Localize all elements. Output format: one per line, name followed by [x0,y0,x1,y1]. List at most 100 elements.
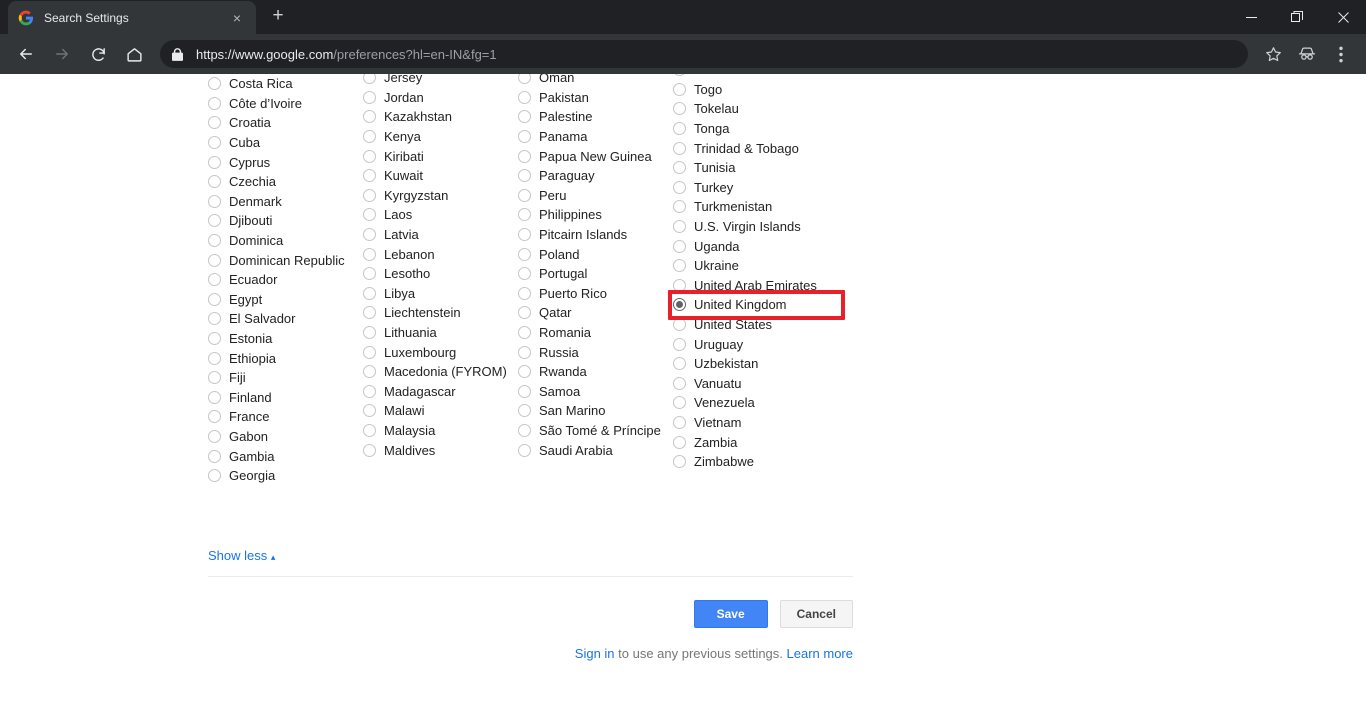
country-option[interactable]: Uzbekistan [673,354,828,374]
radio-unselected-icon[interactable] [363,188,376,202]
radio-unselected-icon[interactable] [518,90,531,104]
country-option[interactable]: Cuba [208,133,363,153]
radio-unselected-icon[interactable] [208,429,221,443]
radio-unselected-icon[interactable] [673,455,686,469]
country-option[interactable]: Saudi Arabia [518,440,673,460]
close-icon[interactable] [1320,0,1366,34]
radio-selected-icon[interactable] [673,298,686,312]
country-option[interactable]: Uruguay [673,334,828,354]
radio-unselected-icon[interactable] [673,337,686,351]
minimize-icon[interactable] [1228,0,1274,34]
radio-unselected-icon[interactable] [673,180,686,194]
country-option[interactable]: Paraguay [518,166,673,186]
country-option[interactable]: U.S. Virgin Islands [673,217,828,237]
country-option[interactable]: Kiribati [363,146,518,166]
radio-unselected-icon[interactable] [208,175,221,189]
radio-unselected-icon[interactable] [208,194,221,208]
close-tab-icon[interactable]: × [228,9,246,27]
country-option[interactable]: Laos [363,205,518,225]
radio-unselected-icon[interactable] [518,404,531,418]
country-option[interactable]: Côte d’Ivoire [208,94,363,114]
country-option[interactable]: Venezuela [673,393,828,413]
country-option[interactable]: Czechia [208,172,363,192]
sign-in-link[interactable]: Sign in [575,646,615,661]
country-option[interactable]: El Salvador [208,309,363,329]
country-option[interactable]: Kuwait [363,166,518,186]
country-option[interactable]: Ethiopia [208,348,363,368]
save-button[interactable]: Save [693,600,768,628]
country-option[interactable]: Dominica [208,231,363,251]
country-option[interactable]: Libya [363,284,518,304]
country-option[interactable]: Lithuania [363,323,518,343]
radio-unselected-icon[interactable] [208,469,221,483]
country-option[interactable]: Tunisia [673,158,828,178]
country-option[interactable]: Turkey [673,178,828,198]
radio-unselected-icon[interactable] [673,102,686,116]
country-option[interactable]: Zambia [673,432,828,452]
country-option[interactable]: Trinidad & Tobago [673,138,828,158]
radio-unselected-icon[interactable] [363,345,376,359]
radio-unselected-icon[interactable] [518,188,531,202]
radio-unselected-icon[interactable] [518,306,531,320]
radio-unselected-icon[interactable] [518,208,531,222]
country-option[interactable]: Oman [518,74,673,88]
radio-unselected-icon[interactable] [363,228,376,242]
country-option[interactable]: Vietnam [673,413,828,433]
radio-unselected-icon[interactable] [518,74,531,85]
forward-arrow-icon[interactable] [47,39,77,69]
country-option[interactable]: Luxembourg [363,342,518,362]
country-option[interactable]: Dominican Republic [208,250,363,270]
country-option[interactable]: Liechtenstein [363,303,518,323]
country-option[interactable]: Macedonia (FYROM) [363,362,518,382]
country-option[interactable]: Zimbabwe [673,452,828,472]
radio-unselected-icon[interactable] [208,253,221,267]
radio-unselected-icon[interactable] [363,74,376,85]
country-option[interactable]: Malaysia [363,421,518,441]
radio-unselected-icon[interactable] [363,404,376,418]
country-option[interactable]: Lesotho [363,264,518,284]
radio-unselected-icon[interactable] [363,149,376,163]
country-option[interactable]: Tokelau [673,99,828,119]
radio-unselected-icon[interactable] [673,278,686,292]
radio-unselected-icon[interactable] [208,77,221,91]
home-icon[interactable] [119,39,149,69]
country-option[interactable]: Estonia [208,329,363,349]
radio-unselected-icon[interactable] [208,332,221,346]
country-option[interactable]: Romania [518,323,673,343]
back-arrow-icon[interactable] [11,39,41,69]
radio-unselected-icon[interactable] [208,410,221,424]
country-option[interactable]: Tonga [673,119,828,139]
country-option[interactable]: Malawi [363,401,518,421]
radio-unselected-icon[interactable] [208,292,221,306]
radio-unselected-icon[interactable] [518,423,531,437]
country-option[interactable]: Philippines [518,205,673,225]
radio-unselected-icon[interactable] [518,130,531,144]
country-option[interactable]: Peru [518,186,673,206]
new-tab-button[interactable]: + [264,3,292,31]
country-option[interactable]: Cyprus [208,152,363,172]
radio-unselected-icon[interactable] [518,384,531,398]
radio-unselected-icon[interactable] [518,149,531,163]
radio-unselected-icon[interactable] [673,200,686,214]
radio-unselected-icon[interactable] [363,384,376,398]
country-option[interactable]: Ukraine [673,256,828,276]
radio-unselected-icon[interactable] [673,82,686,96]
incognito-icon[interactable] [1292,39,1322,69]
radio-unselected-icon[interactable] [518,169,531,183]
radio-unselected-icon[interactable] [363,130,376,144]
radio-unselected-icon[interactable] [518,345,531,359]
radio-unselected-icon[interactable] [518,110,531,124]
country-option[interactable]: Turkmenistan [673,197,828,217]
country-option[interactable]: Jersey [363,74,518,88]
country-option[interactable]: San Marino [518,401,673,421]
radio-unselected-icon[interactable] [673,220,686,234]
country-option[interactable]: Gambia [208,446,363,466]
country-option[interactable]: Madagascar [363,382,518,402]
restore-icon[interactable] [1274,0,1320,34]
country-option[interactable]: Pakistan [518,88,673,108]
radio-unselected-icon[interactable] [518,267,531,281]
country-option[interactable]: Togo [673,80,828,100]
country-option[interactable]: Denmark [208,192,363,212]
radio-unselected-icon[interactable] [208,234,221,248]
radio-unselected-icon[interactable] [363,208,376,222]
